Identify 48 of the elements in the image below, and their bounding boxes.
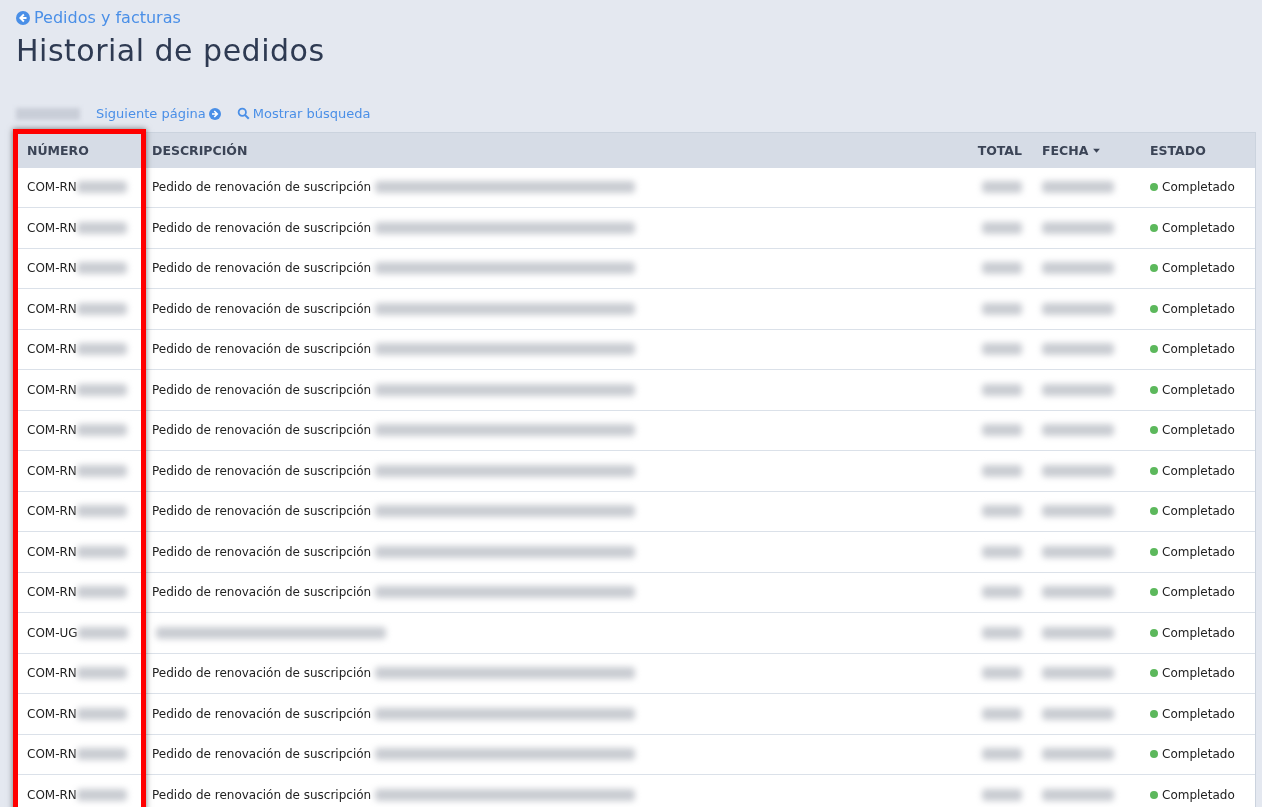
table-cell: Completado: [1140, 289, 1255, 329]
table-cell: Pedido de renovación de suscripción: [142, 451, 951, 491]
table-cell: Completado: [1140, 532, 1255, 572]
table-cell: COM-RN: [17, 532, 142, 572]
forward-arrow-icon: [208, 107, 221, 120]
table-cell: Pedido de renovación de suscripción: [142, 572, 951, 612]
table-cell: Completado: [1140, 775, 1255, 807]
table-cell: COM-RN: [17, 694, 142, 734]
column-header[interactable]: ESTADO: [1140, 132, 1255, 168]
table-cell: Pedido de renovación de suscripción: [142, 208, 951, 248]
table-cell: Pedido de renovación de suscripción: [142, 491, 951, 531]
table-cell: Completado: [1140, 248, 1255, 288]
table-cell: Completado: [1140, 653, 1255, 693]
table-cell: Completado: [1140, 370, 1255, 410]
table-cell: Completado: [1140, 167, 1255, 207]
table-cell: Pedido de renovación de suscripción: [142, 410, 951, 450]
table-cell: Pedido de renovación de suscripción: [142, 329, 951, 369]
column-header[interactable]: NÚMERO: [17, 132, 142, 168]
back-arrow-icon: [16, 10, 30, 25]
table-cell: COM-RN: [17, 208, 142, 248]
table-cell: Completado: [1140, 572, 1255, 612]
table-cell: Completado: [1140, 613, 1255, 653]
table-cell: Pedido de renovación de suscripción: [142, 734, 951, 774]
table-cell: Completado: [1140, 208, 1255, 248]
table-cell: Pedido de renovación de suscripción: [142, 532, 951, 572]
table-cell: Pedido de renovación de suscripción: [142, 370, 951, 410]
table-cell: Pedido de renovación de suscripción: [142, 167, 951, 207]
table-cell: COM-RN: [17, 370, 142, 410]
table-cell: Pedido de renovación de suscripción: [142, 248, 951, 288]
table-cell: Completado: [1140, 734, 1255, 774]
table-cell: COM-UG: [17, 613, 142, 653]
table-cell: Pedido de renovación de suscripción: [142, 653, 951, 693]
table-cell: Completado: [1140, 451, 1255, 491]
search-icon: [236, 107, 250, 120]
page-title: Historial de pedidos: [16, 32, 326, 68]
table-cell: COM-RN: [17, 289, 142, 329]
column-header[interactable]: FECHA: [1032, 132, 1140, 168]
table-cell: COM-RN: [17, 451, 142, 491]
table-cell: Pedido de renovación de suscripción: [142, 289, 951, 329]
table-cell: Completado: [1140, 491, 1255, 531]
column-header[interactable]: DESCRIPCIÓN: [142, 132, 951, 168]
table-cell: Completado: [1140, 410, 1255, 450]
table-cell: Pedido de renovación de suscripción: [142, 694, 951, 734]
table-cell: Completado: [1140, 329, 1255, 369]
table-cell: COM-RN: [17, 775, 142, 807]
column-header[interactable]: TOTAL: [951, 132, 1032, 168]
table-cell: Completado: [1140, 694, 1255, 734]
table-cell: Pedido de renovación de suscripción: [142, 775, 951, 807]
